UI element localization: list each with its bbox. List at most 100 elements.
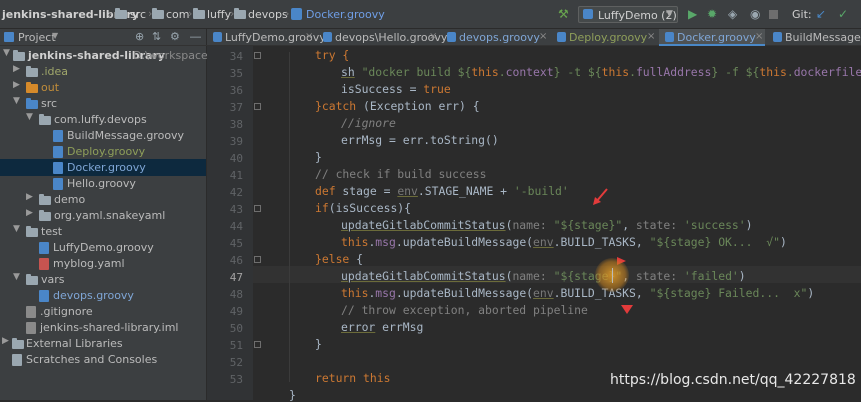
folder-icon: [152, 8, 164, 19]
vcs-update-icon[interactable]: ↙: [816, 7, 826, 21]
tree-item-label: demo: [54, 193, 86, 206]
collapse-icon[interactable]: ⇅: [152, 30, 161, 43]
code-token: "${stage} OK... √": [649, 235, 780, 249]
tree-item-label: .idea: [41, 65, 69, 78]
code-line-38: //ignore: [341, 116, 396, 130]
tree-item-out[interactable]: ▶ out: [0, 80, 207, 96]
breadcrumb-com[interactable]: com: [166, 8, 190, 21]
code-token: this: [341, 235, 369, 249]
close-icon[interactable]: ×: [305, 31, 313, 42]
breadcrumb-luffy[interactable]: luffy: [207, 8, 231, 21]
navigation-bar: jenkins-shared-library › src › com › luf…: [0, 0, 861, 29]
package-icon: [39, 210, 51, 221]
tree-item-iml[interactable]: jenkins-shared-library.iml: [0, 320, 207, 336]
tree-item-vars[interactable]: ▼ vars: [0, 272, 207, 288]
package-icon: [39, 194, 51, 205]
code-token: true: [423, 82, 451, 96]
breadcrumb-separator: ›: [108, 7, 113, 20]
chevron-down-icon: ▼: [666, 9, 673, 19]
breadcrumb-devops[interactable]: devops: [248, 8, 288, 21]
fold-marker-icon[interactable]: [254, 103, 261, 110]
yaml-file-icon: [39, 258, 49, 270]
tab-deploy[interactable]: Deploy.groovy ×: [551, 29, 657, 46]
close-icon[interactable]: ×: [429, 31, 437, 42]
stop-icon[interactable]: [769, 10, 778, 19]
code-line-34: try {: [315, 48, 349, 62]
tree-item-myblog[interactable]: myblog.yaml: [0, 256, 207, 272]
tree-item-label: devops.groovy: [53, 289, 134, 302]
vcs-label: Git:: [792, 8, 812, 21]
tree-item-deploy[interactable]: Deploy.groovy: [0, 144, 207, 160]
tab-luffydemo[interactable]: LuffyDemo.groovy ×: [207, 29, 326, 46]
source-folder-icon: [26, 98, 38, 109]
tree-item-luffydemo[interactable]: LuffyDemo.groovy: [0, 240, 207, 256]
code-token: updateGitlabCommitStatus: [341, 218, 506, 232]
chevron-right-icon: ▶: [13, 80, 20, 90]
line-number: 43: [229, 203, 243, 216]
tree-item-gitignore[interactable]: .gitignore: [0, 304, 207, 320]
tree-item-demo[interactable]: ▶ demo: [0, 192, 207, 208]
tree-item-external-libraries[interactable]: ▶ External Libraries: [0, 336, 207, 352]
code-token: ): [807, 286, 815, 300]
code-token: try {: [315, 48, 350, 62]
fold-marker-icon[interactable]: [254, 205, 261, 212]
tree-item-buildmessage[interactable]: BuildMessage.groovy: [0, 128, 207, 144]
project-panel-title[interactable]: Project: [18, 31, 56, 44]
code-token: return: [315, 371, 357, 385]
line-number: 42: [229, 186, 243, 199]
chevron-down-icon[interactable]: ▼: [52, 31, 58, 40]
fold-marker-icon[interactable]: [254, 341, 261, 348]
run-configuration-select[interactable]: LuffyDemo (2) ▼: [578, 6, 678, 23]
code-token: "${stage}": [553, 218, 623, 232]
coverage-icon[interactable]: ◈: [728, 7, 737, 21]
tree-item-docker[interactable]: Docker.groovy: [0, 160, 207, 176]
line-number: 39: [229, 135, 243, 148]
breadcrumb-file[interactable]: Docker.groovy: [306, 8, 385, 21]
locate-icon[interactable]: ⊕: [135, 30, 144, 43]
vcs-commit-icon[interactable]: ✓: [838, 7, 848, 21]
indent-guide: [289, 52, 290, 382]
tab-docker[interactable]: Docker.groovy ×: [659, 29, 765, 46]
line-number: 46: [229, 254, 243, 267]
line-number: 44: [229, 220, 243, 233]
run-icon[interactable]: ▶: [688, 7, 697, 21]
code-line-53: return this: [315, 371, 390, 385]
debug-icon[interactable]: ✹: [707, 7, 717, 21]
close-icon[interactable]: ×: [539, 31, 547, 42]
tree-item-snakeyaml[interactable]: ▶ org.yaml.snakeyaml: [0, 208, 207, 224]
tree-item-idea[interactable]: ▶ .idea: [0, 64, 207, 80]
tree-item-package[interactable]: ▼ com.luffy.devops: [0, 112, 207, 128]
tree-item-label: .gitignore: [40, 305, 93, 318]
code-line-41: // check if build success: [315, 167, 486, 181]
fold-marker-icon[interactable]: [254, 52, 261, 59]
line-number: 53: [229, 373, 243, 386]
code-token: }catch: [315, 99, 357, 113]
tree-item-scratches[interactable]: Scratches and Consoles: [0, 352, 207, 368]
tree-item-test[interactable]: ▼ test: [0, 224, 207, 240]
tab-buildmessage[interactable]: BuildMessage.groovy: [767, 29, 861, 46]
folder-icon: [234, 8, 246, 19]
profile-icon[interactable]: ◉: [750, 7, 760, 21]
groovy-file-icon: [53, 162, 63, 174]
close-icon[interactable]: ×: [647, 31, 655, 42]
tree-item-hello[interactable]: Hello.groovy: [0, 176, 207, 192]
code-token: env: [533, 286, 554, 300]
groovy-file-icon: [773, 32, 782, 42]
tree-item-label: Hello.groovy: [67, 177, 136, 190]
hide-icon[interactable]: ―: [190, 30, 201, 43]
gear-icon[interactable]: ⚙: [170, 30, 180, 43]
tab-hello[interactable]: devops\Hello.groovy ×: [317, 29, 447, 46]
code-token: }: [315, 337, 322, 351]
build-hammer-icon[interactable]: ⚒: [558, 7, 569, 21]
module-folder-icon: [13, 50, 25, 61]
tab-devops[interactable]: devops.groovy ×: [441, 29, 549, 46]
fold-marker-icon[interactable]: [254, 256, 261, 263]
tree-item-project-root[interactable]: ▼ jenkins-shared-library D:\workspace\lu: [0, 48, 222, 64]
code-line-43: if(isSuccess){: [315, 201, 411, 215]
breadcrumb-src[interactable]: src: [130, 8, 146, 21]
breadcrumb-separator: ›: [188, 7, 193, 20]
tree-item-src[interactable]: ▼ src: [0, 96, 207, 112]
tree-item-devops[interactable]: devops.groovy: [0, 288, 207, 304]
close-icon[interactable]: ×: [755, 31, 763, 42]
code-token: .: [498, 65, 506, 79]
